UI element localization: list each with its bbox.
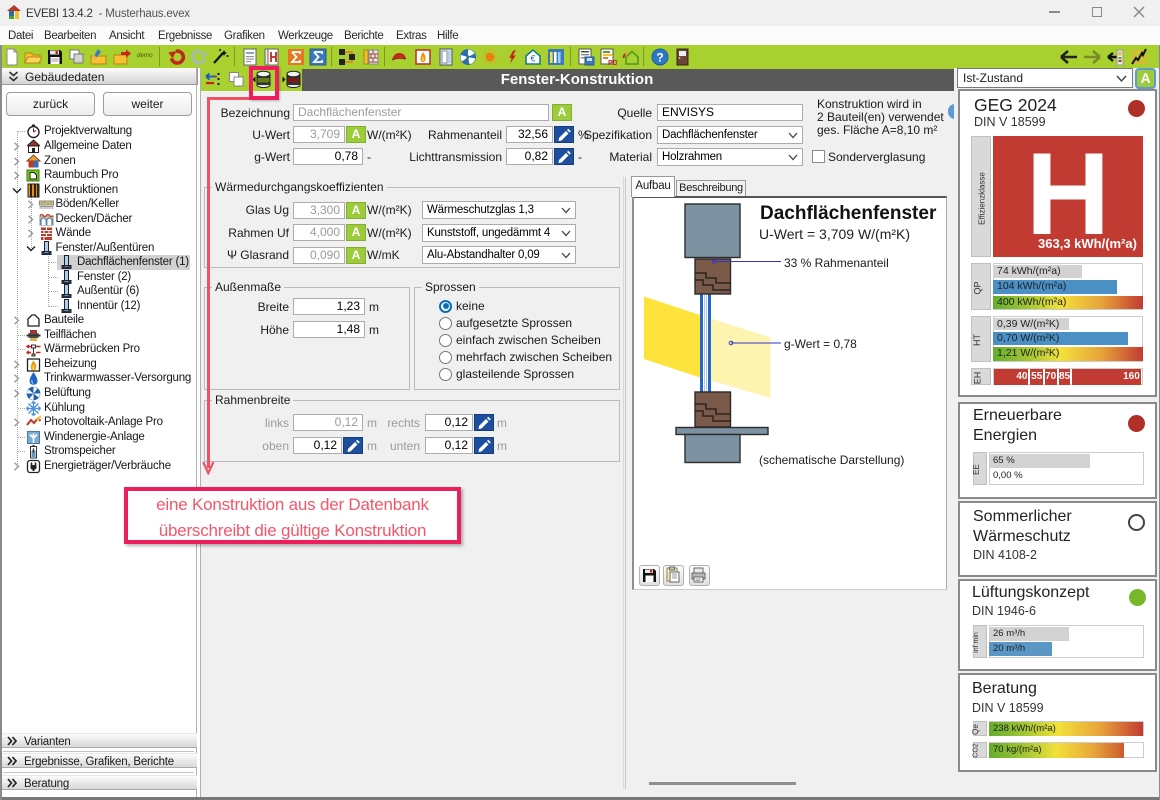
- svg-text:€: €: [530, 54, 535, 64]
- svg-text:?: ?: [656, 51, 663, 65]
- svg-text:PDF: PDF: [608, 60, 617, 66]
